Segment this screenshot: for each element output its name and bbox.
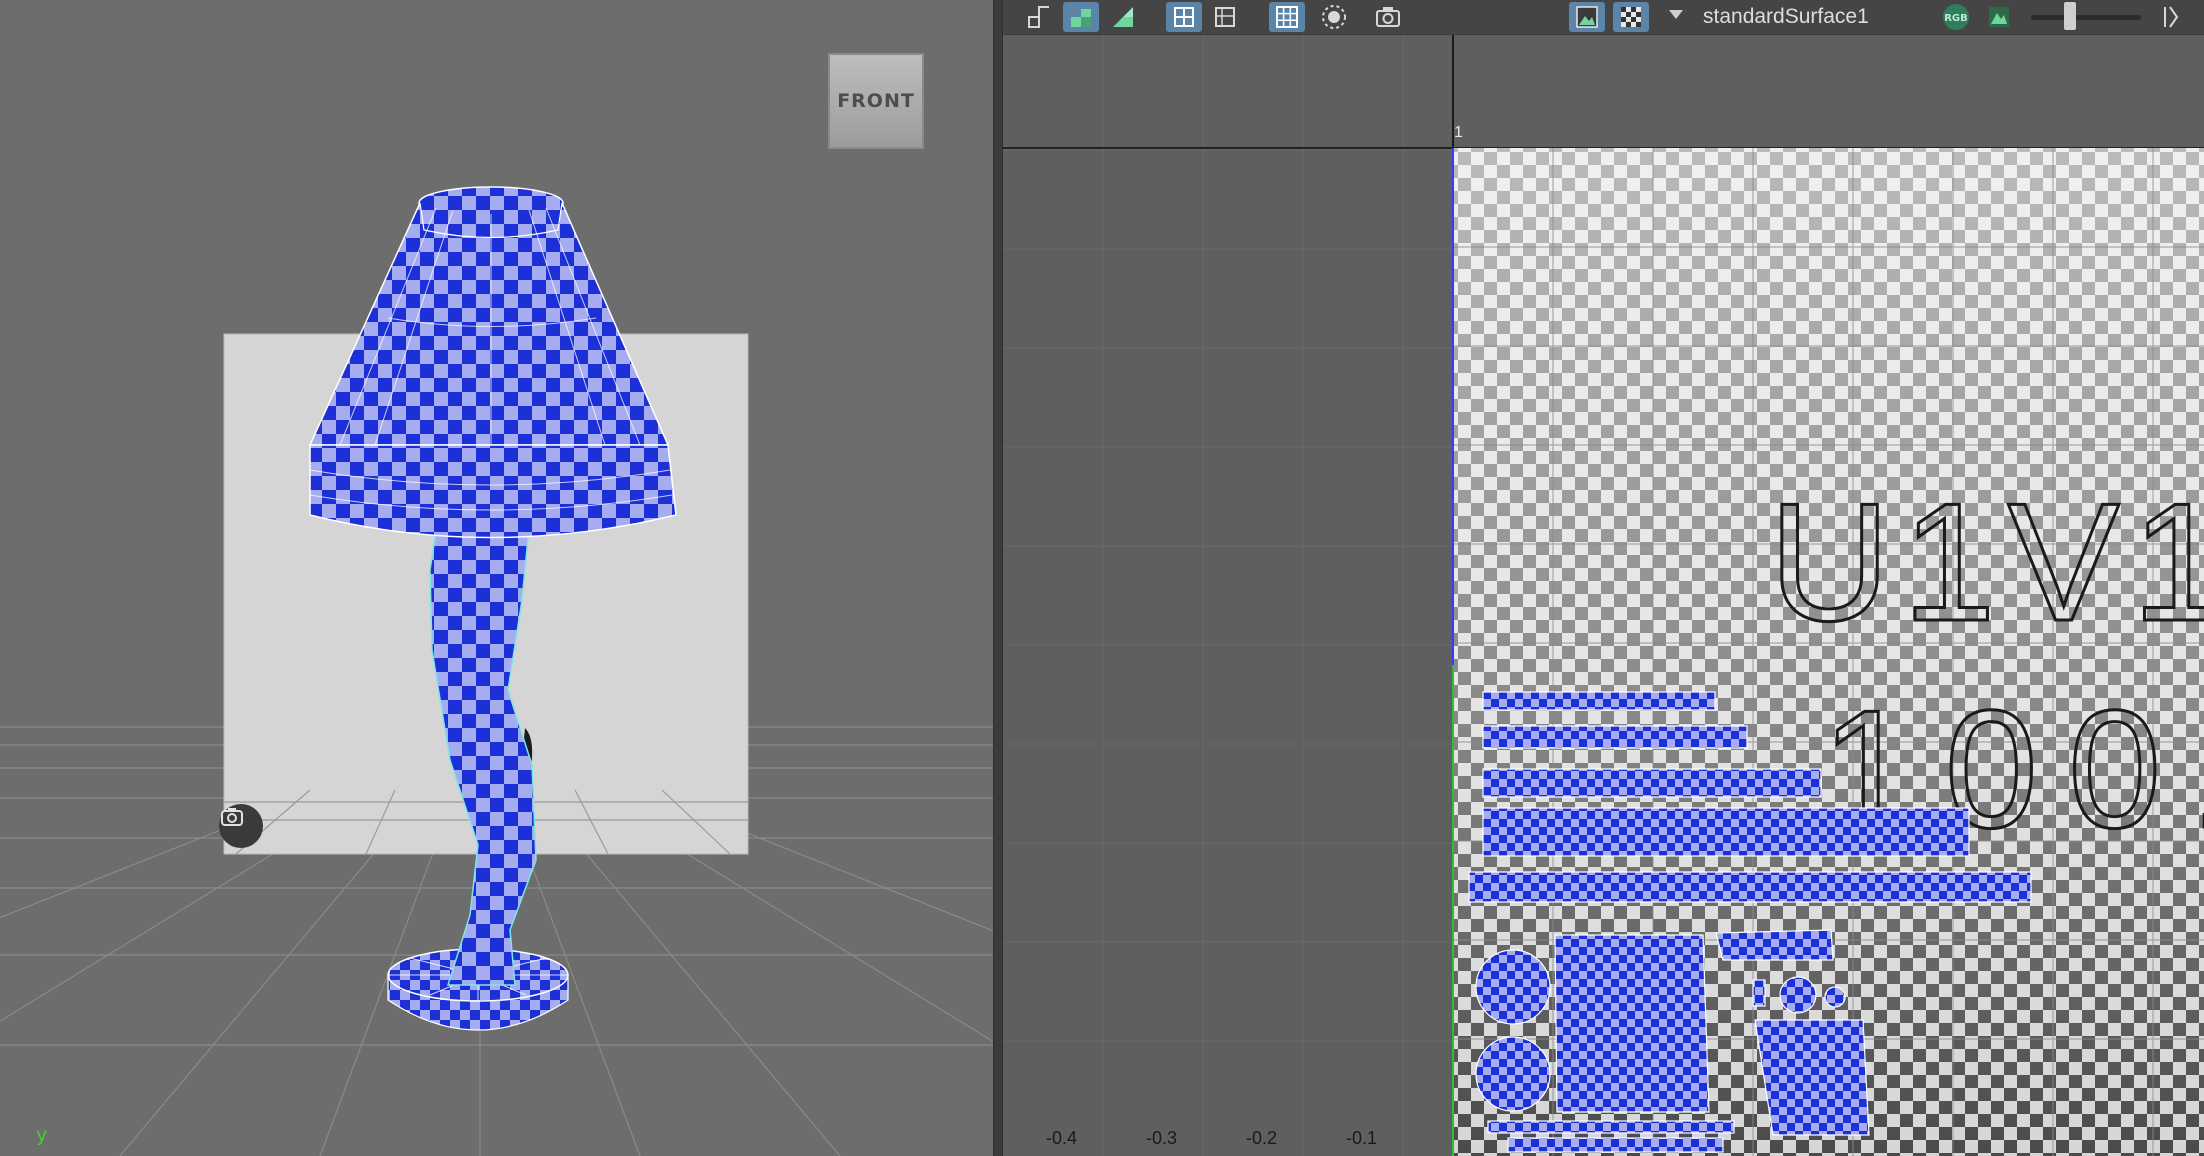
- uv-tick-label: -0.2: [1246, 1128, 1278, 1148]
- uv-tick-label: -0.4: [1046, 1128, 1078, 1148]
- udim-label-top: U1V1: [1769, 468, 2204, 656]
- chevron-down-icon[interactable]: [1669, 10, 1683, 19]
- rgb-channel-icon[interactable]: RGB: [1938, 2, 1974, 32]
- uv-editor[interactable]: standardSurface1 RGB U1V1 100 1 -0.4 -0.…: [1003, 0, 2204, 1156]
- snapshot-icon[interactable]: [1370, 2, 1406, 32]
- perspective-viewport[interactable]: FRONT y: [0, 0, 1000, 1156]
- texture-name-label[interactable]: standardSurface1: [1703, 3, 1869, 31]
- exposure-slider[interactable]: [2031, 15, 2141, 20]
- axis-indicator-y: y: [36, 1124, 48, 1146]
- image-display-icon[interactable]: [1569, 2, 1605, 32]
- view-cube-front[interactable]: FRONT: [828, 53, 924, 149]
- camera-glyph: [221, 808, 243, 826]
- lamp-shade: [308, 186, 677, 539]
- camera-icon[interactable]: [219, 804, 263, 848]
- uv-distort-icon[interactable]: [1063, 2, 1099, 32]
- exposure-slider-handle[interactable]: [2063, 2, 2076, 30]
- uv-checker-icon[interactable]: [1105, 2, 1141, 32]
- uv-shell-icon[interactable]: [1021, 2, 1057, 32]
- uv-canvas[interactable]: U1V1 1001: [1003, 35, 2204, 1156]
- checker-toggle-icon[interactable]: [1613, 2, 1649, 32]
- uv-editor-toolbar: standardSurface1 RGB: [1003, 0, 2204, 35]
- uv-grid: [1003, 35, 1453, 1156]
- panel-divider[interactable]: [993, 0, 1003, 1156]
- uv-grid-icon[interactable]: [1269, 2, 1305, 32]
- uv-tick-label: -0.1: [1346, 1128, 1378, 1148]
- uv-top-marker: 1: [1454, 124, 1463, 141]
- viewport-scene: [0, 186, 1000, 1156]
- exposure-icon[interactable]: [1981, 2, 2017, 32]
- uv-tick-label: -0.3: [1146, 1128, 1178, 1148]
- pin-icon[interactable]: [2153, 2, 2189, 32]
- pixel-snap-icon[interactable]: [1207, 2, 1243, 32]
- isolate-icon[interactable]: [1316, 2, 1352, 32]
- grid-icon[interactable]: [1166, 2, 1202, 32]
- rgb-label: RGB: [1944, 13, 1968, 24]
